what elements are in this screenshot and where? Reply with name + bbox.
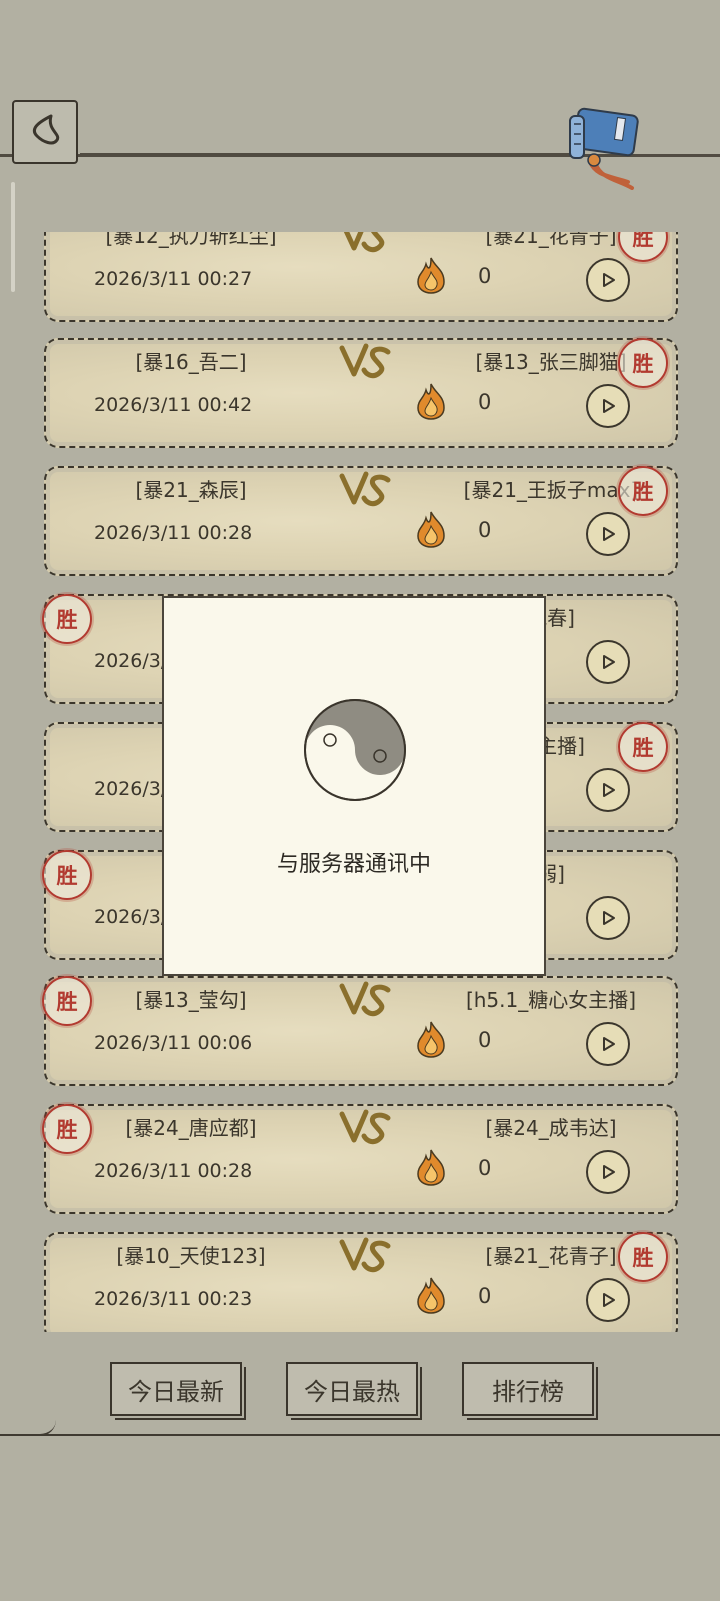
match-card[interactable]: [暴13_莹勾] [h5.1_糖心女主播] 胜 2026/3/11 00:06 …: [42, 976, 678, 1086]
fire-icon: [414, 1148, 448, 1186]
play-icon: [603, 273, 615, 287]
taiji-icon: [304, 699, 406, 801]
play-icon: [603, 1165, 615, 1179]
win-stamp-icon: 胜: [42, 1104, 92, 1154]
play-button[interactable]: [586, 896, 630, 940]
play-icon: [603, 911, 615, 925]
win-stamp-icon: 胜: [618, 1232, 668, 1282]
win-stamp-icon: 胜: [42, 976, 92, 1026]
vs-icon: [336, 468, 396, 508]
match-card[interactable]: [暴16_吾二] [暴13_张三脚猫] 胜 2026/3/11 00:42 0: [44, 338, 678, 448]
play-icon: [603, 527, 615, 541]
win-stamp-icon: 胜: [618, 722, 668, 772]
play-button[interactable]: [586, 258, 630, 302]
play-icon: [603, 655, 615, 669]
loading-dialog: 与服务器通讯中: [162, 596, 546, 976]
win-stamp-icon: 胜: [42, 850, 92, 900]
heat-count: 0: [478, 390, 492, 414]
player-left-name[interactable]: [暴10_天使123]: [46, 1240, 336, 1269]
back-chevron-icon: [32, 114, 60, 145]
play-button[interactable]: [586, 384, 630, 428]
scroll-book-icon[interactable]: [566, 106, 646, 190]
match-date: 2026/3/11 00:06: [94, 1032, 253, 1054]
match-date: 2026/3/11 00:42: [94, 394, 253, 416]
match-date: 2026/3/11 00:28: [94, 522, 253, 544]
heat-count: 0: [478, 1156, 492, 1180]
heat-count: 0: [478, 264, 492, 288]
play-button[interactable]: [586, 768, 630, 812]
play-icon: [603, 1293, 615, 1307]
tab-today-latest[interactable]: 今日最新: [110, 1362, 246, 1420]
play-icon: [603, 1037, 615, 1051]
vs-icon: [336, 232, 396, 254]
footer-divider: [0, 1434, 720, 1436]
win-stamp-icon: 胜: [618, 338, 668, 388]
vs-icon: [336, 978, 396, 1018]
player-right-name[interactable]: [暴24_成韦达]: [426, 1112, 676, 1141]
match-date: 2026/3/: [94, 778, 168, 800]
play-button[interactable]: [586, 1022, 630, 1066]
match-date: 2026/3/11 00:28: [94, 1160, 253, 1182]
win-stamp-icon: 胜: [42, 594, 92, 644]
match-date: 2026/3/: [94, 906, 168, 928]
player-left-name[interactable]: [暴16_吾二]: [46, 346, 336, 375]
fire-icon: [414, 510, 448, 548]
heat-count: 0: [478, 1284, 492, 1308]
fire-icon: [414, 382, 448, 420]
match-date: 2026/3/11 00:27: [94, 268, 253, 290]
play-icon: [603, 399, 615, 413]
tab-today-hottest[interactable]: 今日最热: [286, 1362, 422, 1420]
play-button[interactable]: [586, 1150, 630, 1194]
player-left-name[interactable]: [暴12_执刀斩红尘]: [46, 232, 336, 249]
match-card[interactable]: [暴12_执刀斩红尘] [暴21_花青子] 胜 2026/3/11 00:27 …: [44, 232, 678, 322]
player-right-name[interactable]: [h5.1_糖心女主播]: [426, 984, 676, 1013]
play-icon: [603, 783, 615, 797]
tab-leaderboard[interactable]: 排行榜: [462, 1362, 598, 1420]
fire-icon: [414, 1020, 448, 1058]
match-card[interactable]: [暴24_唐应都] [暴24_成韦达] 胜 2026/3/11 00:28 0: [42, 1104, 678, 1214]
match-card[interactable]: [暴10_天使123] [暴21_花青子] 胜 2026/3/11 00:23 …: [44, 1232, 678, 1332]
play-button[interactable]: [586, 512, 630, 556]
vs-icon: [336, 1106, 396, 1146]
win-stamp-icon: 胜: [618, 232, 668, 262]
match-date: 2026/3/11 00:23: [94, 1288, 253, 1310]
fire-icon: [414, 256, 448, 294]
heat-count: 0: [478, 1028, 492, 1052]
vs-icon: [336, 340, 396, 380]
win-stamp-icon: 胜: [618, 466, 668, 516]
match-card[interactable]: [暴21_森辰] [暴21_王扳子max] 胜 2026/3/11 00:28 …: [44, 466, 678, 576]
vs-icon: [336, 1234, 396, 1274]
fire-icon: [414, 1276, 448, 1314]
heat-count: 0: [478, 518, 492, 542]
loading-message: 与服务器通讯中: [276, 852, 431, 877]
play-button[interactable]: [586, 640, 630, 684]
play-button[interactable]: [586, 1278, 630, 1322]
back-button[interactable]: [12, 100, 78, 164]
player-left-name[interactable]: [暴21_森辰]: [46, 474, 336, 503]
match-date: 2026/3/: [94, 650, 168, 672]
